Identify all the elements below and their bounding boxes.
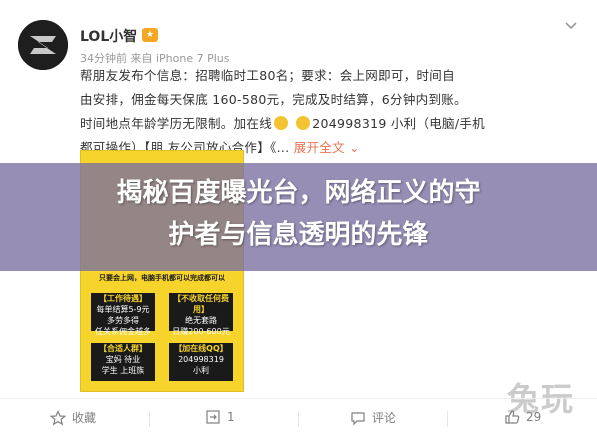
like-button[interactable]: 29	[504, 409, 541, 425]
expand-full-text-link[interactable]: 展开全文	[294, 140, 345, 155]
qq-emoji-icon	[296, 116, 311, 130]
repost-button[interactable]: 1	[205, 409, 235, 425]
qq-emoji-icon	[274, 116, 289, 130]
comment-button[interactable]: 评论	[350, 409, 396, 426]
repost-count: 1	[227, 410, 235, 424]
image-box: 【合适人群】 宝妈 待业 学生 上班族	[91, 343, 155, 381]
divider	[149, 411, 150, 427]
vip-badge-icon: ★	[142, 28, 158, 42]
more-options-button[interactable]	[563, 18, 579, 34]
action-bar: 收藏 1 评论 29	[0, 398, 597, 439]
banner-title-line: 护者与信息透明的先锋	[168, 220, 429, 250]
image-box-body: 204998319 小利	[178, 355, 224, 375]
post-text-segment: 时间地点年龄学历无限制。加在线	[80, 116, 273, 131]
comment-label: 评论	[372, 411, 397, 425]
collect-label: 收藏	[72, 411, 97, 425]
weibo-post-card: LOL小智 ★ 34分钟前 来自 iPhone 7 Plus 帮朋友发布个信息：…	[0, 0, 597, 438]
post-text-line: 帮朋友发布个信息：招聘临时工80名；要求：会上网即可，时间自	[80, 68, 455, 83]
collect-button[interactable]: 收藏	[50, 409, 96, 426]
banner-title: 揭秘百度曝光台，网络正义的守 护者与信息透明的先锋	[0, 172, 597, 256]
banner-title-line: 揭秘百度曝光台，网络正义的守	[116, 178, 481, 208]
like-count: 29	[526, 410, 542, 424]
repost-icon	[206, 410, 220, 424]
divider	[298, 411, 299, 427]
image-box-body: 绝无套路 日赚200-600元	[172, 316, 230, 336]
image-box-title: 【不收取任何费用】	[173, 294, 229, 314]
image-box-title: 【加在线QQ】	[174, 344, 228, 353]
image-mid-text: 只要会上网，电脑手机都可以完成都可以	[99, 274, 225, 282]
post-text-line: 时间地点年龄学历无限制。加在线 204998319 小利（电脑/手机	[80, 112, 585, 136]
comment-icon	[351, 411, 365, 425]
divider	[447, 411, 448, 427]
image-box: 【不收取任何费用】 绝无套路 日赚200-600元	[169, 293, 233, 336]
image-box-title: 【工作待遇】	[99, 294, 147, 303]
image-box-body: 每单结算5-9元 多劳多得 任关系佣金越多	[95, 305, 151, 336]
post-text-segment: 204998319 小利（电脑/手机	[312, 116, 485, 131]
post-text-line: 由安排，佣金每天保底 160-580元，完成及时结算，6分钟内到账。	[80, 92, 467, 107]
thumbs-up-icon	[505, 410, 520, 424]
expand-chevron-icon[interactable]: ⌄	[349, 140, 360, 155]
chevron-down-icon	[565, 22, 577, 30]
image-box-body: 宝妈 待业 学生 上班族	[101, 355, 145, 375]
image-box: 【加在线QQ】 204998319 小利	[169, 343, 233, 381]
post-text: 帮朋友发布个信息：招聘临时工80名；要求：会上网即可，时间自 由安排，佣金每天保…	[80, 64, 585, 160]
avatar-logo-icon	[18, 20, 68, 70]
image-box: 【工作待遇】 每单结算5-9元 多劳多得 任关系佣金越多	[91, 293, 155, 336]
image-box-title: 【合适人群】	[99, 344, 147, 353]
user-avatar[interactable]	[18, 20, 68, 70]
star-icon	[50, 409, 66, 425]
username[interactable]: LOL小智	[80, 26, 137, 46]
